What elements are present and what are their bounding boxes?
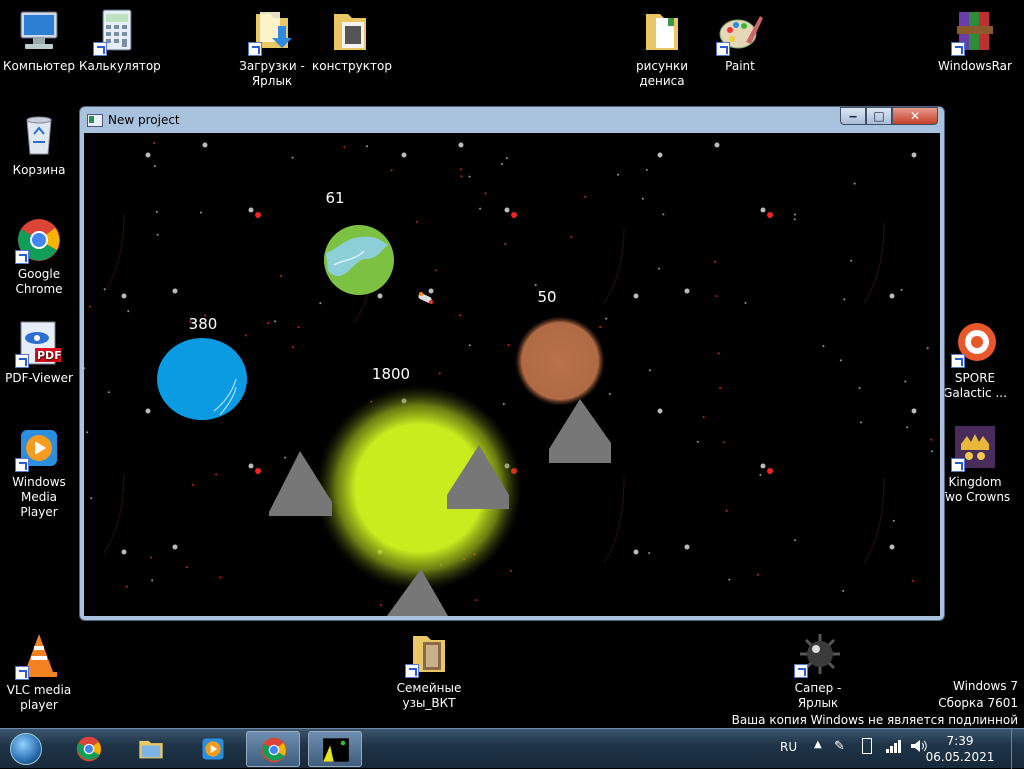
desktop: Компьютер Калькулятор Загрузки - Ярлык к… [0, 0, 1024, 728]
svg-text:PDF: PDF [37, 349, 62, 362]
shortcut-arrow-icon [93, 42, 107, 56]
taskbar: RU ▲ ✎ 7:39 06.05.2021 [0, 728, 1024, 769]
taskbar-new-project[interactable] [308, 731, 362, 767]
planet-1800-label: 1800 [372, 365, 410, 383]
spore-icon [951, 320, 999, 368]
paint-icon [716, 8, 764, 56]
clock-time: 7:39 [946, 734, 974, 748]
game-canvas[interactable]: 1800 61 380 50 [84, 133, 940, 616]
desktop-icon-risunki-denisa[interactable]: рисунки дениса [624, 8, 700, 89]
shortcut-arrow-icon [716, 42, 730, 56]
chrome-icon [261, 737, 287, 763]
downloads-folder-icon [248, 8, 296, 56]
close-button[interactable]: ✕ [892, 107, 938, 125]
taskbar-media-player[interactable] [186, 731, 240, 767]
window-title: New project [108, 113, 180, 127]
app-icon [87, 114, 103, 127]
desktop-icon-windowsrar[interactable]: WindowsRar [937, 8, 1013, 74]
window-titlebar[interactable]: New project ‒ □ ✕ [80, 107, 944, 133]
taskbar-explorer[interactable] [124, 731, 178, 767]
maximize-button[interactable]: □ [866, 107, 892, 125]
media-player-icon [15, 424, 63, 472]
clock[interactable]: 7:39 06.05.2021 [920, 733, 1000, 765]
windows-watermark: Windows 7 Сборка 7601 Ваша копия Windows… [731, 679, 1018, 727]
shortcut-arrow-icon [15, 250, 29, 264]
planet-61-label: 61 [325, 189, 344, 207]
desktop-icon-kingdom[interactable]: Kingdom Two Crowns [937, 424, 1013, 505]
shortcut-arrow-icon [248, 42, 262, 56]
desktop-icon-recycle-bin[interactable]: Корзина [1, 112, 77, 178]
desktop-icon-vlc[interactable]: VLC media player [1, 632, 77, 713]
desktop-icon-spore[interactable]: SPORE Galactic ... [937, 320, 1013, 401]
start-button[interactable] [4, 730, 48, 768]
taskbar-chrome[interactable] [62, 731, 116, 767]
kingdom-icon [951, 424, 999, 472]
calculator-icon [93, 8, 141, 56]
folder-icon [139, 740, 163, 759]
clock-date: 06.05.2021 [925, 750, 995, 764]
folder-icon [405, 630, 453, 678]
game-window[interactable]: New project ‒ □ ✕ 1800 61 380 50 [79, 106, 945, 621]
tray-pen-icon[interactable]: ✎ [834, 739, 845, 754]
shortcut-arrow-icon [405, 664, 419, 678]
chrome-icon [15, 216, 63, 264]
pdf-icon: PDF [15, 320, 63, 368]
winrar-icon [951, 8, 999, 56]
taskbar-chrome-2[interactable] [246, 731, 300, 767]
shortcut-arrow-icon [951, 354, 965, 368]
folder-icon [638, 8, 686, 56]
windows-logo-icon [10, 733, 42, 765]
planet-61[interactable] [324, 225, 394, 295]
desktop-icon-chrome[interactable]: Google Chrome [1, 216, 77, 297]
desktop-icon-media-player[interactable]: Windows Media Player [1, 424, 77, 520]
chrome-icon [76, 736, 102, 762]
tray-expand-icon[interactable]: ▲ [814, 739, 822, 750]
desktop-icon-semeinye-uzy[interactable]: Семейные узы_ВКТ [391, 630, 467, 711]
shortcut-arrow-icon [15, 458, 29, 472]
desktop-icon-downloads[interactable]: Загрузки - Ярлык [234, 8, 310, 89]
recycle-bin-icon [15, 112, 63, 160]
minesweeper-icon [794, 630, 842, 678]
network-icon[interactable] [886, 739, 902, 756]
planet-50-label: 50 [537, 288, 556, 306]
folder-icon [326, 8, 374, 56]
desktop-icon-calculator[interactable]: Калькулятор [79, 8, 161, 74]
media-player-icon [202, 738, 224, 760]
minimize-button[interactable]: ‒ [840, 107, 866, 125]
shortcut-arrow-icon [15, 354, 29, 368]
shortcut-arrow-icon [794, 664, 808, 678]
game-thumbnail-icon [323, 738, 349, 762]
tray-power-icon[interactable] [862, 738, 872, 754]
desktop-icon-paint[interactable]: Paint [702, 8, 778, 74]
desktop-icon-konstruktor[interactable]: конструктор [312, 8, 392, 74]
computer-icon [15, 8, 63, 56]
shortcut-arrow-icon [15, 666, 29, 680]
planet-380-label: 380 [189, 315, 218, 333]
language-indicator[interactable]: RU [780, 740, 797, 754]
planet-380[interactable] [157, 338, 247, 420]
vlc-icon [15, 632, 63, 680]
desktop-icon-pdf-viewer[interactable]: PDF PDF-Viewer [1, 320, 77, 386]
desktop-icon-computer[interactable]: Компьютер [1, 8, 77, 74]
show-desktop-button[interactable] [1011, 729, 1024, 769]
shortcut-arrow-icon [951, 458, 965, 472]
shortcut-arrow-icon [951, 42, 965, 56]
planet-50[interactable] [515, 316, 605, 406]
